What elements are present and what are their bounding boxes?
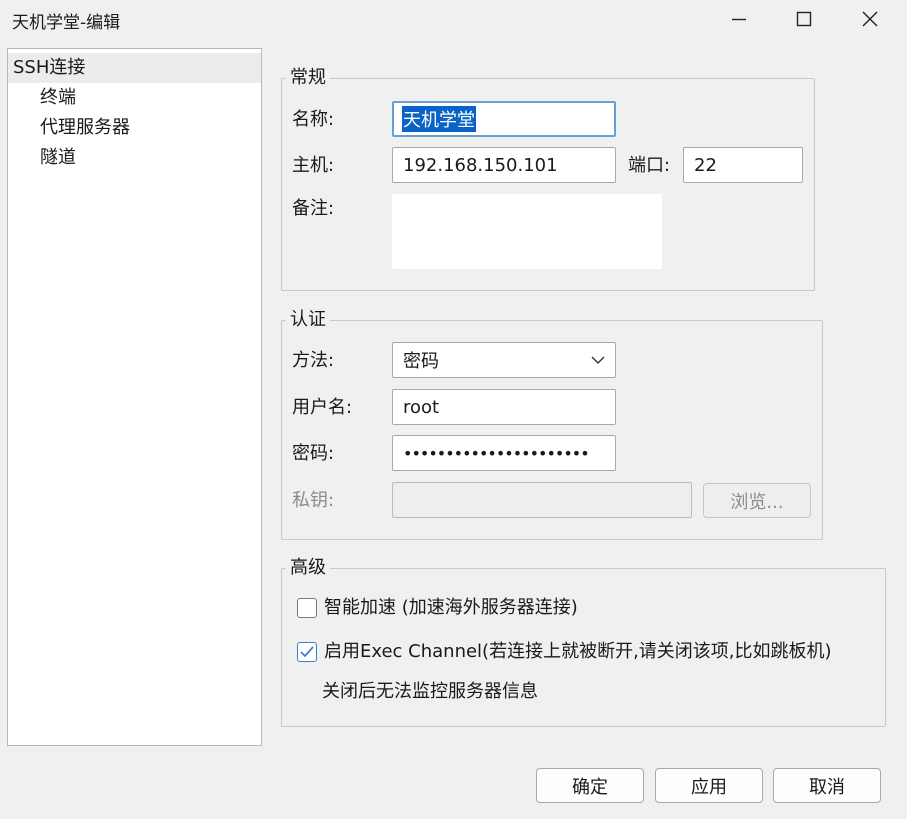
close-icon: [862, 11, 878, 27]
note-textarea[interactable]: [392, 194, 662, 269]
checkmark-icon: [300, 646, 314, 658]
host-label: 主机:: [292, 155, 335, 176]
host-input[interactable]: 192.168.150.101: [392, 147, 616, 183]
method-select-value: 密码: [403, 351, 439, 372]
exec-channel-note: 关闭后无法监控服务器信息: [322, 681, 538, 702]
smart-accel-checkbox[interactable]: [297, 598, 317, 618]
minimize-icon: [732, 18, 746, 21]
private-key-input[interactable]: [392, 482, 692, 518]
apply-button[interactable]: 应用: [655, 768, 763, 803]
port-input[interactable]: 22: [683, 147, 803, 183]
title-bar: 天机学堂-编辑: [0, 0, 907, 38]
tree-item-ssh[interactable]: SSH连接: [8, 53, 261, 83]
smart-accel-label[interactable]: 智能加速 (加速海外服务器连接): [324, 597, 578, 619]
name-input-value: 天机学堂: [402, 106, 476, 132]
name-input[interactable]: 天机学堂: [392, 101, 616, 137]
tree-item-tunnel[interactable]: 隧道: [8, 143, 261, 173]
note-label: 备注:: [292, 198, 335, 219]
port-input-value: 22: [694, 154, 717, 176]
host-input-value: 192.168.150.101: [403, 154, 558, 176]
ok-button[interactable]: 确定: [536, 768, 644, 803]
username-input[interactable]: root: [392, 389, 616, 425]
minimize-button[interactable]: [707, 0, 771, 38]
username-label: 用户名:: [292, 397, 353, 418]
maximize-button[interactable]: [772, 0, 836, 38]
password-input-value: ••••••••••••••••••••••: [403, 443, 590, 463]
password-input[interactable]: ••••••••••••••••••••••: [392, 435, 616, 471]
chevron-down-icon: [591, 356, 605, 364]
exec-channel-label[interactable]: 启用Exec Channel(若连接上就被断开,请关闭该项,比如跳板机): [324, 641, 832, 663]
method-select[interactable]: 密码: [392, 342, 616, 378]
window-title: 天机学堂-编辑: [12, 13, 121, 33]
tree-item-terminal[interactable]: 终端: [8, 83, 261, 113]
maximize-icon: [796, 11, 812, 27]
private-key-label: 私钥:: [292, 490, 335, 511]
close-button[interactable]: [838, 0, 902, 38]
browse-button[interactable]: 浏览...: [703, 483, 811, 518]
password-label: 密码:: [292, 443, 335, 464]
tree-item-proxy[interactable]: 代理服务器: [8, 113, 261, 143]
method-label: 方法:: [292, 350, 335, 371]
cancel-button[interactable]: 取消: [773, 768, 881, 803]
advanced-legend: 高级: [286, 557, 330, 579]
category-tree: SSH连接 终端 代理服务器 隧道: [7, 48, 262, 746]
auth-legend: 认证: [286, 309, 330, 331]
port-label: 端口:: [628, 155, 671, 176]
general-legend: 常规: [286, 67, 330, 89]
name-label: 名称:: [292, 109, 335, 130]
exec-channel-checkbox[interactable]: [297, 642, 317, 662]
username-input-value: root: [403, 396, 440, 418]
